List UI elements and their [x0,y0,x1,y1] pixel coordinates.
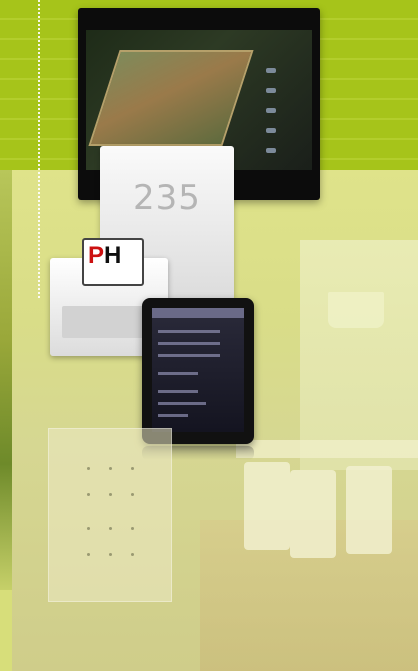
chair [244,462,290,550]
panel-dot [109,553,112,556]
menu-icon [266,108,276,113]
panel-dot [87,467,90,470]
panel-dot [87,493,90,496]
room-window [300,240,418,470]
panel-dot [109,527,112,530]
chair [290,470,336,558]
tablet-menu-row [158,390,198,393]
tablet-device [142,298,254,444]
key-card: PH [82,238,144,286]
menu-icon [266,68,276,73]
panel-dot [87,527,90,530]
panel-dot [131,527,134,530]
ph-logo: PH [88,244,121,268]
tablet-menu-row [158,330,220,333]
lamp-shade [328,292,384,328]
foliage-strip [0,170,12,590]
panel-dot [109,493,112,496]
panel-dot [109,467,112,470]
menu-icon [266,148,276,153]
tablet-menu-row [158,402,206,405]
panel-dot [131,467,134,470]
tablet-menu-row [158,414,188,417]
tablet-menu-row [158,342,220,345]
room-number-display: 235 [133,178,201,218]
ph-logo-p: P [88,242,105,269]
chair [346,466,392,554]
panel-dot [87,553,90,556]
tablet-menu-row [158,354,220,357]
house-floorplan-image [88,50,254,146]
panel-dot [131,493,134,496]
dining-table [236,440,418,458]
menu-icon [266,88,276,93]
dotted-line [38,0,40,298]
ph-logo-h: H [104,242,122,269]
tablet-menu-row [158,372,198,375]
panel-dot [131,553,134,556]
button-panel [48,428,172,602]
menu-icon [266,128,276,133]
tablet-screen [152,308,244,432]
tablet-header [152,308,244,318]
